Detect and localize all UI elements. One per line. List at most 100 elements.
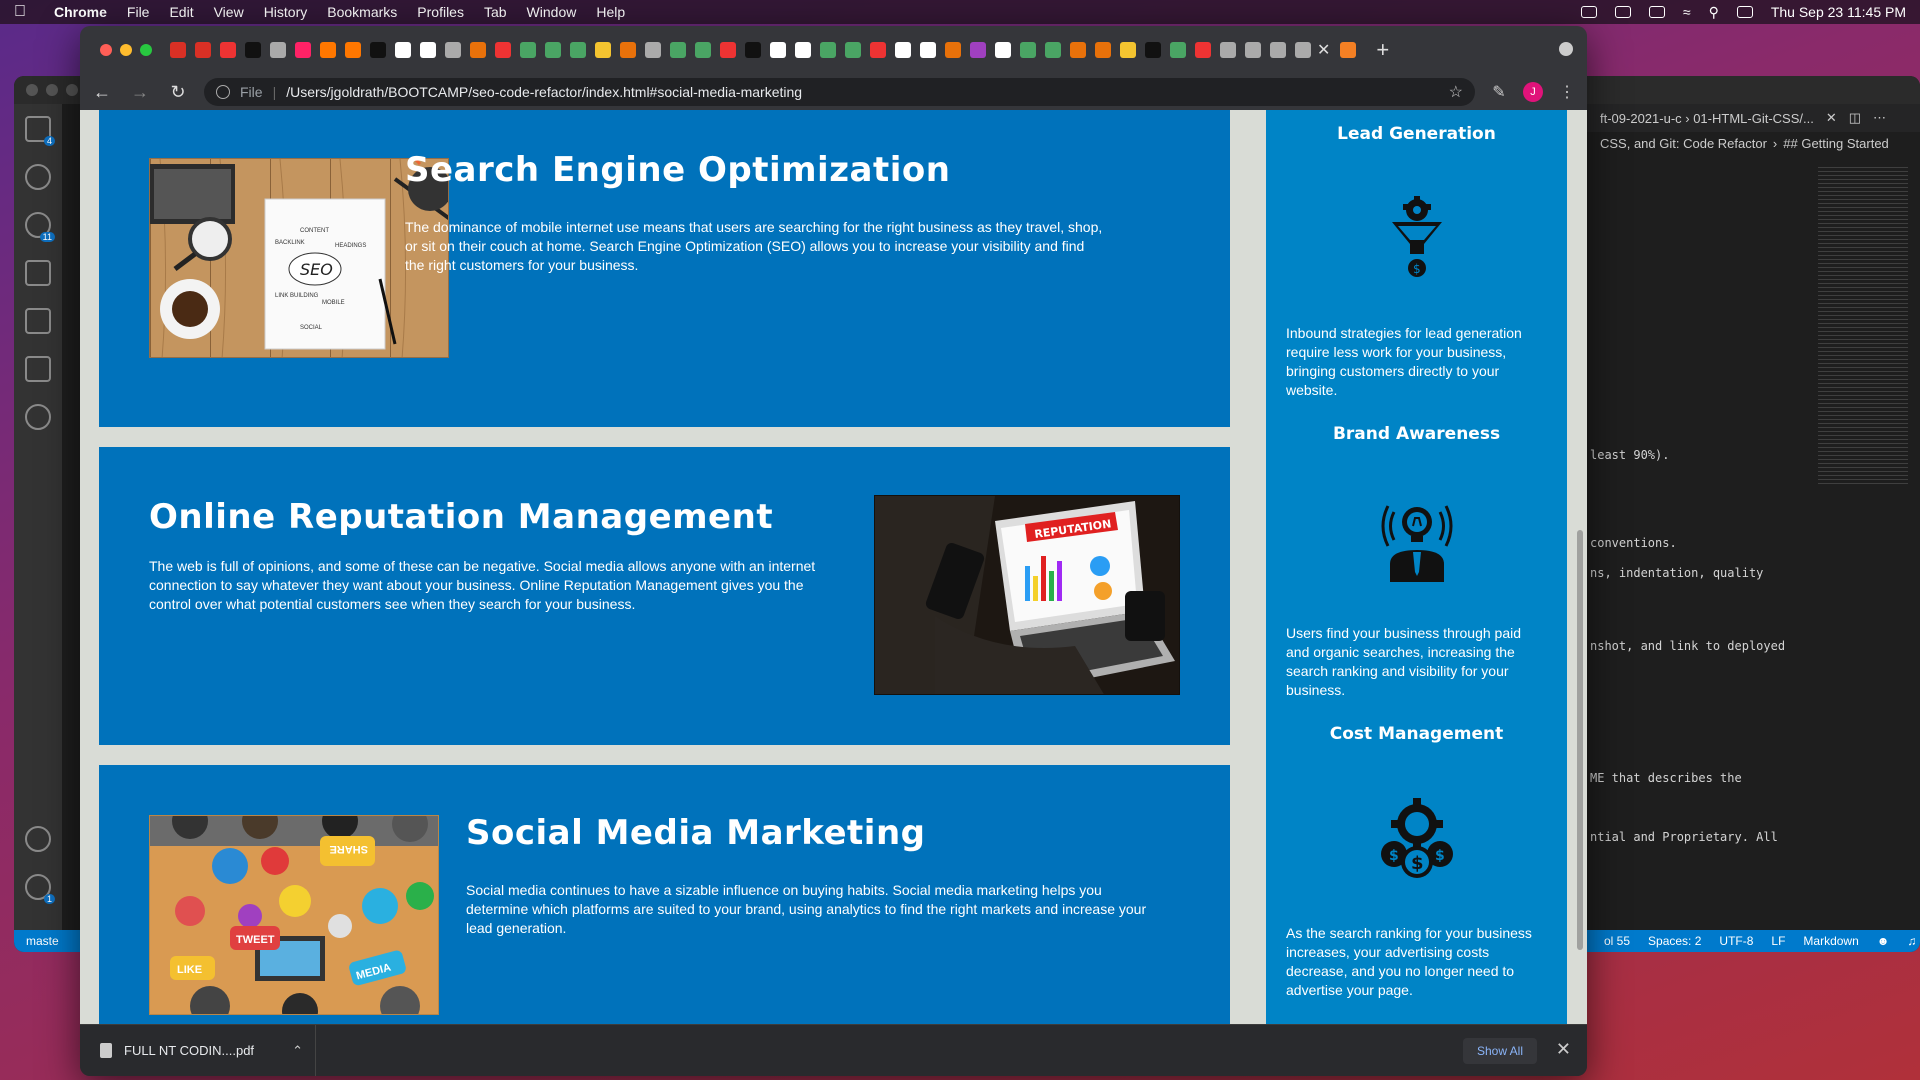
encoding[interactable]: UTF-8 xyxy=(1719,934,1753,948)
tab-favicon[interactable] xyxy=(920,42,936,58)
profile-avatar[interactable]: J xyxy=(1523,82,1543,102)
wifi-icon[interactable]: ≈ xyxy=(1683,4,1691,20)
tab-favicon[interactable] xyxy=(570,42,586,58)
explorer-icon[interactable]: 4 xyxy=(25,116,55,146)
gitlens-icon[interactable] xyxy=(25,404,51,430)
menu-help[interactable]: Help xyxy=(596,4,625,20)
tab-favicon[interactable] xyxy=(395,42,411,58)
extensions-puzzle-icon[interactable]: ✎ xyxy=(1489,82,1509,102)
account-icon[interactable] xyxy=(25,826,51,852)
tab-favicon[interactable] xyxy=(795,42,811,58)
new-tab-button[interactable]: + xyxy=(1376,37,1389,63)
site-info-icon[interactable] xyxy=(216,85,230,99)
minimap[interactable] xyxy=(1818,164,1908,484)
run-debug-icon[interactable] xyxy=(25,260,51,286)
indentation[interactable]: Spaces: 2 xyxy=(1648,934,1701,948)
manage-gear-icon[interactable]: 1 xyxy=(25,874,55,904)
vscode-minimize-dot[interactable] xyxy=(46,84,58,96)
menu-bookmarks[interactable]: Bookmarks xyxy=(327,4,397,20)
menu-view[interactable]: View xyxy=(214,4,244,20)
tab-favicon[interactable] xyxy=(770,42,786,58)
tab-search-icon[interactable] xyxy=(1559,42,1573,56)
control-center-icon[interactable] xyxy=(1736,6,1753,18)
minimize-window-button[interactable] xyxy=(120,44,132,56)
tab-favicon[interactable] xyxy=(720,42,736,58)
tab-favicon[interactable] xyxy=(445,42,461,58)
tab-favicon[interactable] xyxy=(1020,42,1036,58)
tab-favicon[interactable] xyxy=(1045,42,1061,58)
tab-favicon[interactable] xyxy=(1270,42,1286,58)
battery-icon[interactable] xyxy=(1648,6,1665,18)
tab-favicon[interactable] xyxy=(545,42,561,58)
feedback-icon[interactable]: ☻ xyxy=(1877,934,1890,948)
tab-favicon[interactable] xyxy=(1070,42,1086,58)
vscode-editor-tab[interactable]: ft-09-2021-u-c › 01-HTML-Git-CSS/... ✕ ◫… xyxy=(1582,104,1920,132)
code-line[interactable]: nshot, and link to deployed xyxy=(1590,639,1785,653)
code-line[interactable]: least 90%). xyxy=(1590,448,1669,462)
back-icon[interactable]: ← xyxy=(90,82,114,103)
breadcrumb-section[interactable]: ## Getting Started xyxy=(1783,136,1889,151)
tab-favicon[interactable] xyxy=(170,42,186,58)
tab-favicon[interactable] xyxy=(420,42,436,58)
tab-favicon[interactable] xyxy=(1170,42,1186,58)
remote-explorer-icon[interactable] xyxy=(25,356,51,382)
reload-icon[interactable]: ↻ xyxy=(166,82,190,103)
tab-favicon[interactable] xyxy=(1220,42,1236,58)
tab-favicon[interactable] xyxy=(245,42,261,58)
tab-favicon[interactable] xyxy=(1145,42,1161,58)
tab-favicon[interactable] xyxy=(670,42,686,58)
close-tab-icon[interactable]: ✕ xyxy=(1317,40,1330,60)
chevron-up-icon[interactable]: ⌃ xyxy=(292,1043,303,1059)
menubar-clock[interactable]: Thu Sep 23 11:45 PM xyxy=(1771,4,1906,20)
tab-favicon[interactable] xyxy=(870,42,886,58)
tab-favicon[interactable] xyxy=(820,42,836,58)
search-icon[interactable]: ⚲ xyxy=(1709,4,1719,21)
zoom-window-button[interactable] xyxy=(140,44,152,56)
tab-favicon[interactable] xyxy=(1120,42,1136,58)
tab-favicon[interactable] xyxy=(895,42,911,58)
url-text[interactable]: /Users/jgoldrath/BOOTCAMP/seo-code-refac… xyxy=(286,84,802,100)
tab-favicon[interactable] xyxy=(345,42,361,58)
tab-favicon[interactable] xyxy=(845,42,861,58)
close-icon[interactable]: ✕ xyxy=(1556,1039,1571,1060)
tab-favicon[interactable] xyxy=(1245,42,1261,58)
editor-tab-label[interactable]: ft-09-2021-u-c › 01-HTML-Git-CSS/... xyxy=(1600,111,1814,126)
code-line[interactable]: ntial and Proprietary. All xyxy=(1590,830,1778,844)
vscode-zoom-dot[interactable] xyxy=(66,84,78,96)
menu-history[interactable]: History xyxy=(264,4,308,20)
menu-window[interactable]: Window xyxy=(527,4,577,20)
tab-favicon[interactable] xyxy=(595,42,611,58)
apple-icon[interactable]:  xyxy=(14,3,32,21)
tab-favicon[interactable] xyxy=(1095,42,1111,58)
address-bar[interactable]: File | /Users/jgoldrath/BOOTCAMP/seo-cod… xyxy=(204,78,1475,106)
tab-favicon[interactable] xyxy=(520,42,536,58)
tab-favicon[interactable] xyxy=(320,42,336,58)
split-editor-icon[interactable]: ◫ xyxy=(1849,110,1861,126)
menu-tab[interactable]: Tab xyxy=(484,4,507,20)
tab-favicon[interactable] xyxy=(195,42,211,58)
menu-edit[interactable]: Edit xyxy=(169,4,193,20)
tab-favicon[interactable] xyxy=(495,42,511,58)
tab-favicon[interactable] xyxy=(945,42,961,58)
status-icon[interactable] xyxy=(1580,6,1597,18)
source-control-icon[interactable]: 11 xyxy=(25,212,55,242)
notifications-icon[interactable]: ♫ xyxy=(1907,934,1916,948)
download-item[interactable]: FULL NT CODIN....pdf ⌃ xyxy=(80,1025,316,1076)
line-ending[interactable]: LF xyxy=(1771,934,1785,948)
branch-indicator[interactable]: maste xyxy=(14,934,59,948)
tab-favicon[interactable] xyxy=(695,42,711,58)
menu-kebab-icon[interactable]: ⋮ xyxy=(1557,82,1577,102)
cursor-position[interactable]: ol 55 xyxy=(1604,934,1630,948)
close-window-button[interactable] xyxy=(100,44,112,56)
display-icon[interactable] xyxy=(1614,6,1631,18)
tab-favicon[interactable] xyxy=(1340,42,1357,58)
download-filename[interactable]: FULL NT CODIN....pdf xyxy=(124,1043,254,1058)
close-icon[interactable]: ✕ xyxy=(1826,110,1837,126)
tab-favicon[interactable] xyxy=(470,42,486,58)
code-line[interactable]: ns, indentation, quality xyxy=(1590,566,1763,580)
tab-favicon[interactable] xyxy=(995,42,1011,58)
page-scrollbar[interactable] xyxy=(1577,530,1583,950)
breadcrumb-file[interactable]: CSS, and Git: Code Refactor xyxy=(1600,136,1767,151)
tab-favicon[interactable] xyxy=(1295,42,1311,58)
more-icon[interactable]: ⋯ xyxy=(1873,110,1886,126)
